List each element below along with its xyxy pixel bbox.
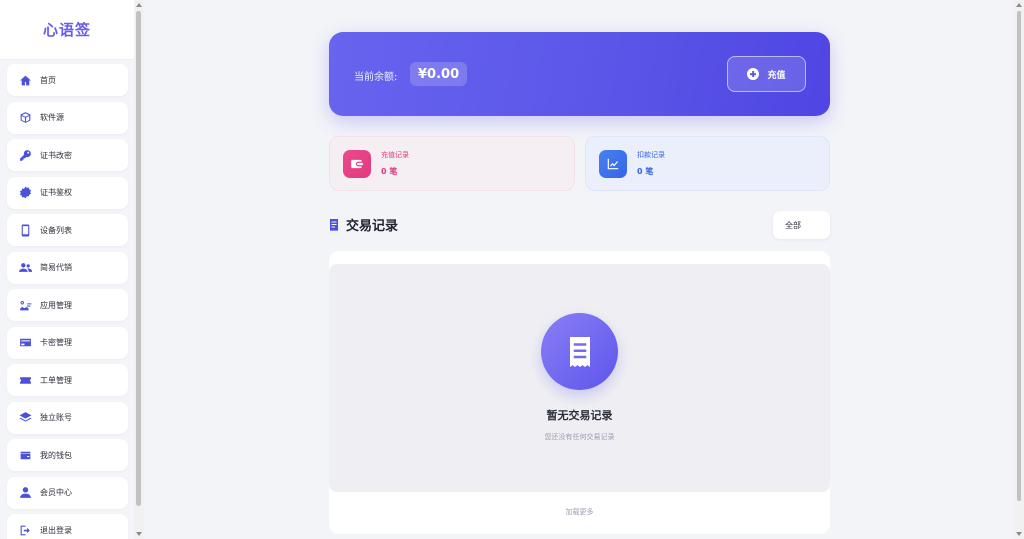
sidebar-scroll-thumb[interactable] bbox=[136, 11, 141, 506]
box-icon bbox=[18, 111, 32, 125]
sidebar-item-my-wallet[interactable]: 我的钱包 bbox=[7, 439, 128, 471]
sidebar-item-independent-account[interactable]: 独立账号 bbox=[7, 401, 128, 434]
home-icon bbox=[18, 73, 32, 87]
sidebar-item-label: 我的钱包 bbox=[40, 450, 72, 460]
recharge-records-card[interactable]: 充值记录 0 笔 bbox=[329, 136, 575, 191]
transaction-list: 暂无交易记录 您还没有任何交易记录 加载更多 bbox=[329, 251, 830, 534]
user-icon bbox=[18, 486, 32, 500]
empty-title: 暂无交易记录 bbox=[546, 409, 613, 422]
deduct-records-card[interactable]: 扣款记录 0 笔 bbox=[585, 136, 830, 191]
card-icon bbox=[18, 336, 32, 350]
stat-count: 0 笔 bbox=[381, 167, 398, 176]
phone-icon bbox=[18, 223, 32, 237]
stat-title: 充值记录 bbox=[381, 151, 409, 159]
key-icon bbox=[18, 148, 32, 162]
empty-state: 暂无交易记录 您还没有任何交易记录 bbox=[329, 264, 830, 492]
plus-circle-icon bbox=[747, 68, 760, 80]
main-scroll-thumb[interactable] bbox=[1017, 11, 1021, 501]
sidebar-item-label: 退出登录 bbox=[40, 525, 72, 535]
sidebar-item-label: 证书改密 bbox=[40, 150, 72, 160]
recharge-button[interactable]: 充值 bbox=[727, 56, 806, 92]
section-title: 交易记录 bbox=[346, 219, 399, 234]
sidebar-item-ticket-management[interactable]: 工单管理 bbox=[7, 364, 128, 396]
sidebar-item-member-center[interactable]: 会员中心 bbox=[7, 476, 128, 509]
document-icon bbox=[329, 218, 339, 231]
sidebar-item-label: 设备列表 bbox=[40, 225, 72, 235]
sidebar-item-label: 独立账号 bbox=[40, 413, 72, 422]
load-more-button[interactable]: 加载更多 bbox=[329, 507, 830, 517]
scroll-up-icon[interactable] bbox=[1016, 3, 1022, 7]
receipt-icon bbox=[541, 313, 618, 390]
balance-label: 当前余额: bbox=[354, 72, 398, 83]
stat-title: 扣款记录 bbox=[637, 151, 665, 159]
sidebar: 心语签 首页 软件源 证书改密 证书鉴权 设备列表 简易代销 应用管理 卡密管理… bbox=[0, 0, 134, 539]
badge-icon bbox=[18, 186, 32, 200]
users-icon bbox=[18, 261, 32, 275]
recharge-button-label: 充值 bbox=[767, 70, 786, 81]
wallet-icon bbox=[343, 149, 371, 178]
scroll-up-icon[interactable] bbox=[136, 3, 142, 7]
sidebar-item-label: 首页 bbox=[40, 75, 56, 85]
stat-count: 0 笔 bbox=[637, 167, 654, 176]
scroll-down-icon[interactable] bbox=[136, 532, 142, 536]
ticket-icon bbox=[18, 373, 32, 387]
sidebar-item-label: 软件源 bbox=[40, 113, 64, 122]
nav-list: 首页 软件源 证书改密 证书鉴权 设备列表 简易代销 应用管理 卡密管理 工单管… bbox=[0, 60, 134, 539]
transaction-filter-select[interactable]: 全部 bbox=[773, 211, 830, 239]
sidebar-item-software-source[interactable]: 软件源 bbox=[7, 101, 128, 134]
wallet-icon bbox=[18, 448, 32, 462]
sidebar-item-cert-password[interactable]: 证书改密 bbox=[7, 139, 128, 171]
sidebar-item-card-management[interactable]: 卡密管理 bbox=[7, 326, 128, 359]
sidebar-item-label: 会员中心 bbox=[40, 488, 72, 497]
balance-card: 当前余额: ¥0.00 充值 bbox=[329, 32, 830, 116]
sidebar-item-device-list[interactable]: 设备列表 bbox=[7, 214, 128, 246]
empty-subtitle: 您还没有任何交易记录 bbox=[544, 433, 615, 441]
apps-icon bbox=[18, 298, 32, 312]
sidebar-item-label: 简易代销 bbox=[40, 263, 72, 272]
sidebar-scrollbar[interactable] bbox=[134, 0, 144, 539]
brand-logo: 心语签 bbox=[0, 0, 134, 60]
sidebar-item-label: 应用管理 bbox=[40, 300, 72, 310]
main-scrollbar[interactable] bbox=[1014, 0, 1024, 539]
sidebar-item-label: 工单管理 bbox=[40, 375, 72, 385]
sidebar-item-home[interactable]: 首页 bbox=[7, 64, 128, 96]
sidebar-item-label: 证书鉴权 bbox=[40, 188, 72, 197]
chart-line-icon bbox=[599, 149, 627, 178]
sidebar-item-cert-auth[interactable]: 证书鉴权 bbox=[7, 176, 128, 209]
logout-icon bbox=[18, 523, 32, 537]
sidebar-item-logout[interactable]: 退出登录 bbox=[7, 514, 128, 539]
layers-icon bbox=[18, 411, 32, 425]
sidebar-item-label: 卡密管理 bbox=[40, 338, 72, 347]
sidebar-item-app-management[interactable]: 应用管理 bbox=[7, 289, 128, 321]
balance-value: ¥0.00 bbox=[410, 62, 468, 86]
transactions-header: 交易记录 bbox=[329, 215, 398, 234]
sidebar-item-simple-resale[interactable]: 简易代销 bbox=[7, 251, 128, 284]
scroll-down-icon[interactable] bbox=[1016, 532, 1022, 536]
